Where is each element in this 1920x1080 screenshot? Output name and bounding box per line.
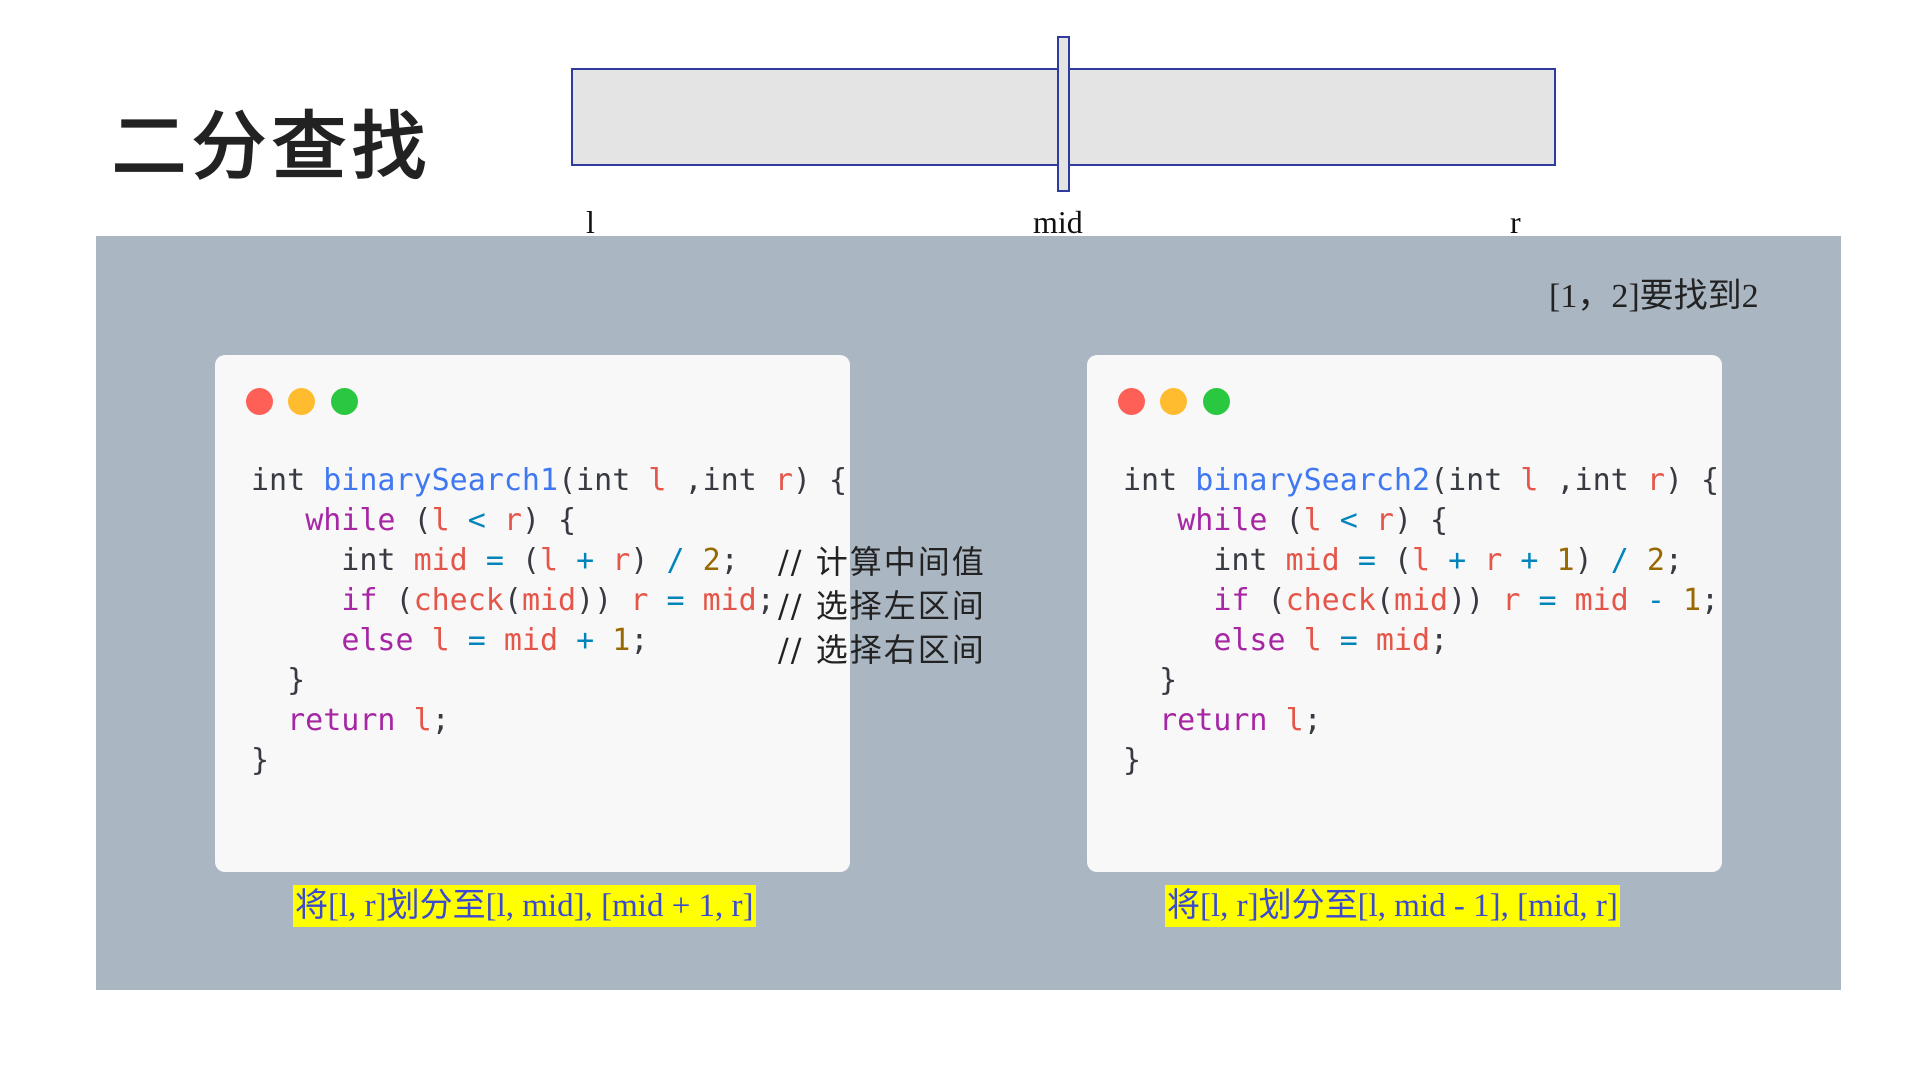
pointer-label-l: l xyxy=(586,204,595,240)
code-comments: // 计算中间值 // 选择左区间 // 选择右区间 xyxy=(778,540,986,672)
code-line: else l = mid; xyxy=(1213,623,1449,658)
code-line: int mid = (l + r) / 2; xyxy=(251,543,739,578)
code-line: while (l < r) { xyxy=(305,503,577,538)
comment-line: // 选择右区间 xyxy=(778,631,986,669)
code-window-binary-search-2: int binarySearch2(int l ,int r) { while … xyxy=(1087,355,1722,872)
code-line: } xyxy=(251,663,306,698)
comment-line: // 选择左区间 xyxy=(778,587,986,625)
close-dot-icon xyxy=(246,388,273,415)
code-line: while (l < r) { xyxy=(1177,503,1449,538)
code-line: } xyxy=(1123,663,1178,698)
code-line: int mid = (l + r + 1) / 2; xyxy=(1123,543,1683,578)
maximize-dot-icon xyxy=(331,388,358,415)
minimize-dot-icon xyxy=(288,388,315,415)
code-line: int binarySearch1(int l ,int r) { xyxy=(251,463,848,498)
mid-marker xyxy=(1057,36,1070,192)
code-line: } xyxy=(251,743,270,778)
minimize-dot-icon xyxy=(1160,388,1187,415)
close-dot-icon xyxy=(1118,388,1145,415)
code-block: int binarySearch1(int l ,int r) { while … xyxy=(251,461,847,781)
pointer-label-mid: mid xyxy=(1033,204,1083,240)
code-line: return l; xyxy=(1159,703,1322,738)
caption-left: 将[l, r]划分至[l, mid], [mid + 1, r] xyxy=(293,885,756,927)
pointer-label-r: r xyxy=(1510,204,1521,240)
code-line: int binarySearch2(int l ,int r) { xyxy=(1123,463,1720,498)
code-line: } xyxy=(1123,743,1142,778)
code-window-binary-search-1: int binarySearch1(int l ,int r) { while … xyxy=(215,355,850,872)
code-line: if (check(mid)) r = mid; xyxy=(341,583,775,618)
code-block: int binarySearch2(int l ,int r) { while … xyxy=(1123,461,1719,781)
code-line: else l = mid + 1; xyxy=(341,623,649,658)
slide-title: 二分查找 xyxy=(112,104,432,190)
caption-right: 将[l, r]划分至[l, mid - 1], [mid, r] xyxy=(1165,885,1620,927)
maximize-dot-icon xyxy=(1203,388,1230,415)
range-note: [1，2]要找到2 xyxy=(1549,278,1759,315)
code-line: return l; xyxy=(287,703,450,738)
comment-line: // 计算中间值 xyxy=(778,543,986,581)
code-line: if (check(mid)) r = mid - 1; xyxy=(1213,583,1720,618)
